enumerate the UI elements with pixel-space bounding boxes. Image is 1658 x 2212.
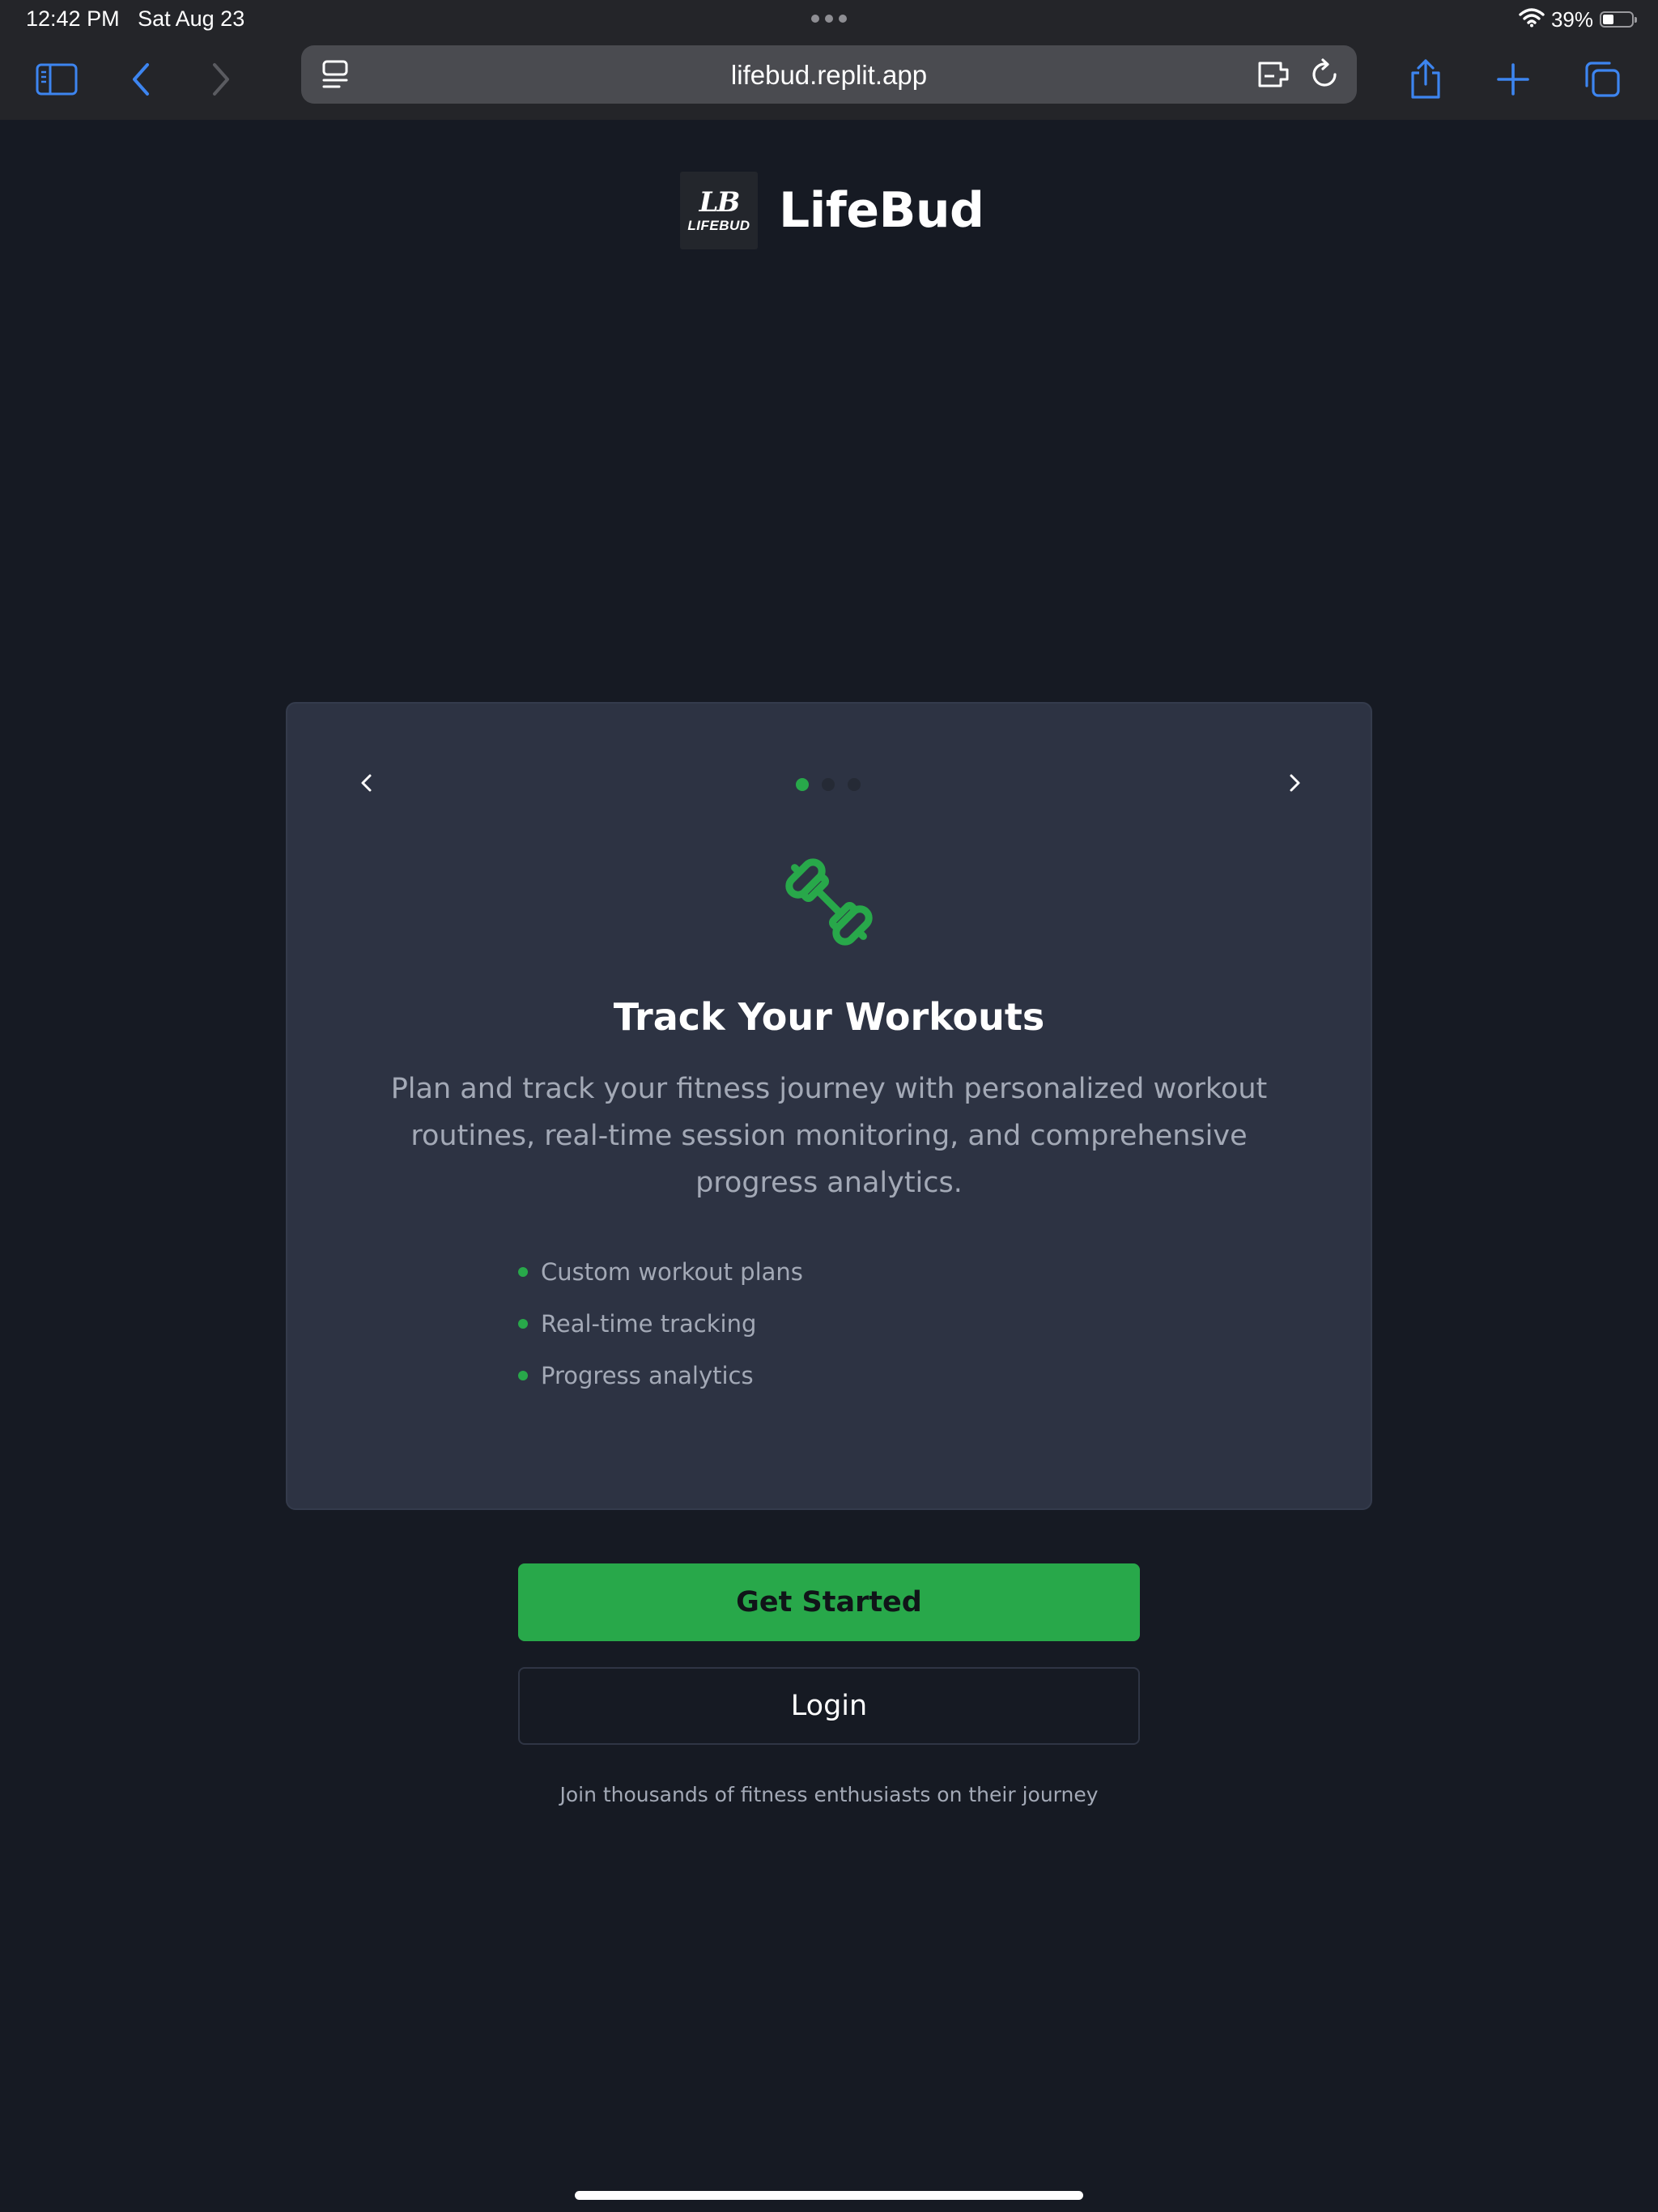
feature-item: Custom workout plans xyxy=(518,1246,803,1298)
url-text: lifebud.replit.app xyxy=(730,60,928,90)
feature-item: Progress analytics xyxy=(518,1350,803,1402)
pagination-dot[interactable] xyxy=(822,778,835,791)
bullet-dot xyxy=(518,1371,528,1380)
browser-toolbar: lifebud.replit.app xyxy=(0,39,1658,120)
brand-name: LifeBud xyxy=(779,182,984,239)
pagination-dot[interactable] xyxy=(796,778,809,791)
bullet-dot xyxy=(518,1319,528,1329)
carousel-pagination xyxy=(796,778,861,791)
status-date: Sat Aug 23 xyxy=(138,6,245,31)
status-time: 12:42 PM Sat Aug 23 xyxy=(26,6,244,32)
chevron-right-icon xyxy=(1290,774,1300,792)
sidebar-icon[interactable] xyxy=(32,55,81,104)
get-started-button[interactable]: Get Started xyxy=(518,1563,1140,1641)
feature-item: Real-time tracking xyxy=(518,1298,803,1350)
tabs-icon[interactable] xyxy=(1578,55,1626,104)
chevron-left-icon xyxy=(361,774,372,792)
tagline: Join thousands of fitness enthusiasts on… xyxy=(559,1783,1099,1806)
status-right: 39% xyxy=(1519,6,1637,32)
slide-title: Track Your Workouts xyxy=(613,995,1045,1039)
onboarding-carousel: Track Your Workouts Plan and track your … xyxy=(286,702,1372,1510)
pagination-dot[interactable] xyxy=(848,778,861,791)
slide-description: Plan and track your fitness journey with… xyxy=(390,1073,1268,1199)
logo-wordmark: LIFEBUD xyxy=(687,218,750,233)
share-icon[interactable] xyxy=(1401,55,1450,104)
carousel-prev-button[interactable] xyxy=(342,759,391,807)
battery-icon xyxy=(1600,11,1637,28)
status-clock: 12:42 PM xyxy=(26,6,120,31)
feature-list: Custom workout plans Real-time tracking … xyxy=(518,1246,803,1402)
logo-monogram: LB xyxy=(699,186,741,219)
login-button[interactable]: Login xyxy=(518,1667,1140,1745)
reload-icon[interactable] xyxy=(1305,55,1344,94)
back-icon[interactable] xyxy=(117,55,166,104)
feature-label: Real-time tracking xyxy=(541,1310,757,1338)
dumbbell-icon xyxy=(785,858,873,946)
bullet-dot xyxy=(518,1267,528,1277)
address-bar[interactable]: lifebud.replit.app xyxy=(301,45,1357,104)
extension-icon[interactable] xyxy=(1255,55,1294,94)
feature-label: Progress analytics xyxy=(541,1362,754,1389)
status-bar: 12:42 PM Sat Aug 23 39% xyxy=(0,0,1658,39)
multitasking-dots[interactable] xyxy=(811,15,847,23)
feature-label: Custom workout plans xyxy=(541,1258,803,1286)
home-indicator[interactable] xyxy=(575,2191,1083,2200)
brand-header: LB LIFEBUD LifeBud xyxy=(680,170,984,251)
forward-icon[interactable] xyxy=(196,55,244,104)
battery-percent: 39% xyxy=(1550,6,1593,32)
logo: LB LIFEBUD xyxy=(680,172,758,249)
carousel-next-button[interactable] xyxy=(1270,759,1319,807)
wifi-icon xyxy=(1519,8,1545,31)
new-tab-icon[interactable] xyxy=(1489,55,1537,104)
